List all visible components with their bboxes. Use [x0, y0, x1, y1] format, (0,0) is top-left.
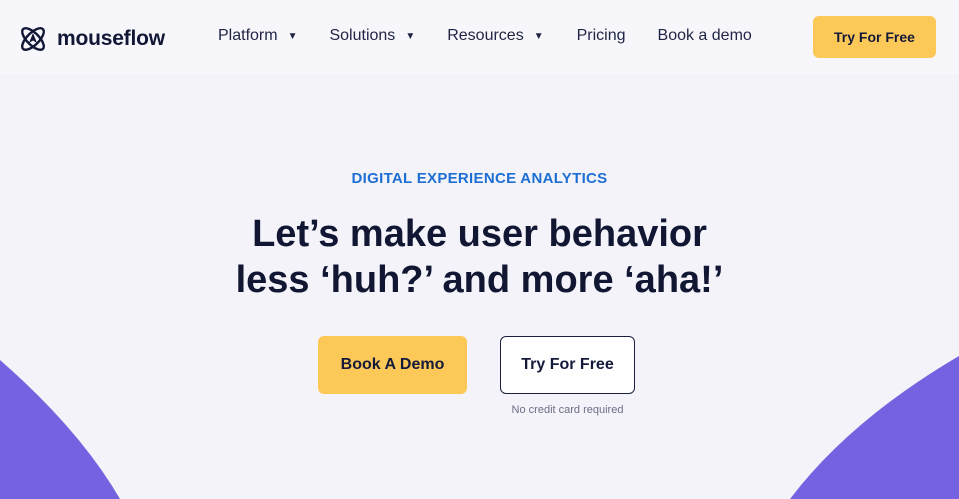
nav-label: Resources — [447, 27, 524, 44]
main-nav: Platform ▼ Solutions ▼ Resources ▼ Prici… — [218, 27, 752, 45]
nav-item-solutions[interactable]: Solutions ▼ — [329, 27, 415, 45]
headline-line-2: less ‘huh?’ and more ‘aha!’ — [235, 259, 724, 301]
caret-down-icon: ▼ — [533, 30, 544, 42]
nav-item-platform[interactable]: Platform ▼ — [218, 27, 297, 45]
nav-label: Platform — [218, 27, 278, 44]
caret-down-icon: ▼ — [287, 30, 298, 42]
site-header: mouseflow Platform ▼ Solutions ▼ Resourc… — [0, 0, 959, 74]
book-demo-button[interactable]: Book A Demo — [318, 336, 467, 394]
brand-name: mouseflow — [57, 27, 165, 50]
mouseflow-atom-logo-icon — [17, 23, 49, 55]
nav-item-pricing[interactable]: Pricing — [577, 27, 626, 45]
headline-line-1: Let’s make user behavior — [252, 213, 707, 255]
hero-section: DIGITAL EXPERIENCE ANALYTICS Let’s make … — [0, 74, 959, 499]
nav-label: Book a demo — [657, 27, 752, 44]
brand-logo[interactable]: mouseflow — [17, 23, 165, 55]
nav-label: Pricing — [576, 27, 626, 44]
caret-down-icon: ▼ — [405, 30, 416, 42]
nav-label: Solutions — [329, 27, 396, 44]
try-free-button[interactable]: Try For Free — [500, 336, 635, 394]
header-try-free-button[interactable]: Try For Free — [813, 16, 936, 58]
nav-item-book-a-demo[interactable]: Book a demo — [658, 27, 752, 45]
hero-eyebrow: DIGITAL EXPERIENCE ANALYTICS — [351, 170, 608, 187]
nav-item-resources[interactable]: Resources ▼ — [447, 27, 543, 45]
hero-headline: Let’s make user behavior less ‘huh?’ and… — [0, 211, 959, 303]
no-credit-card-note: No credit card required — [511, 404, 624, 416]
